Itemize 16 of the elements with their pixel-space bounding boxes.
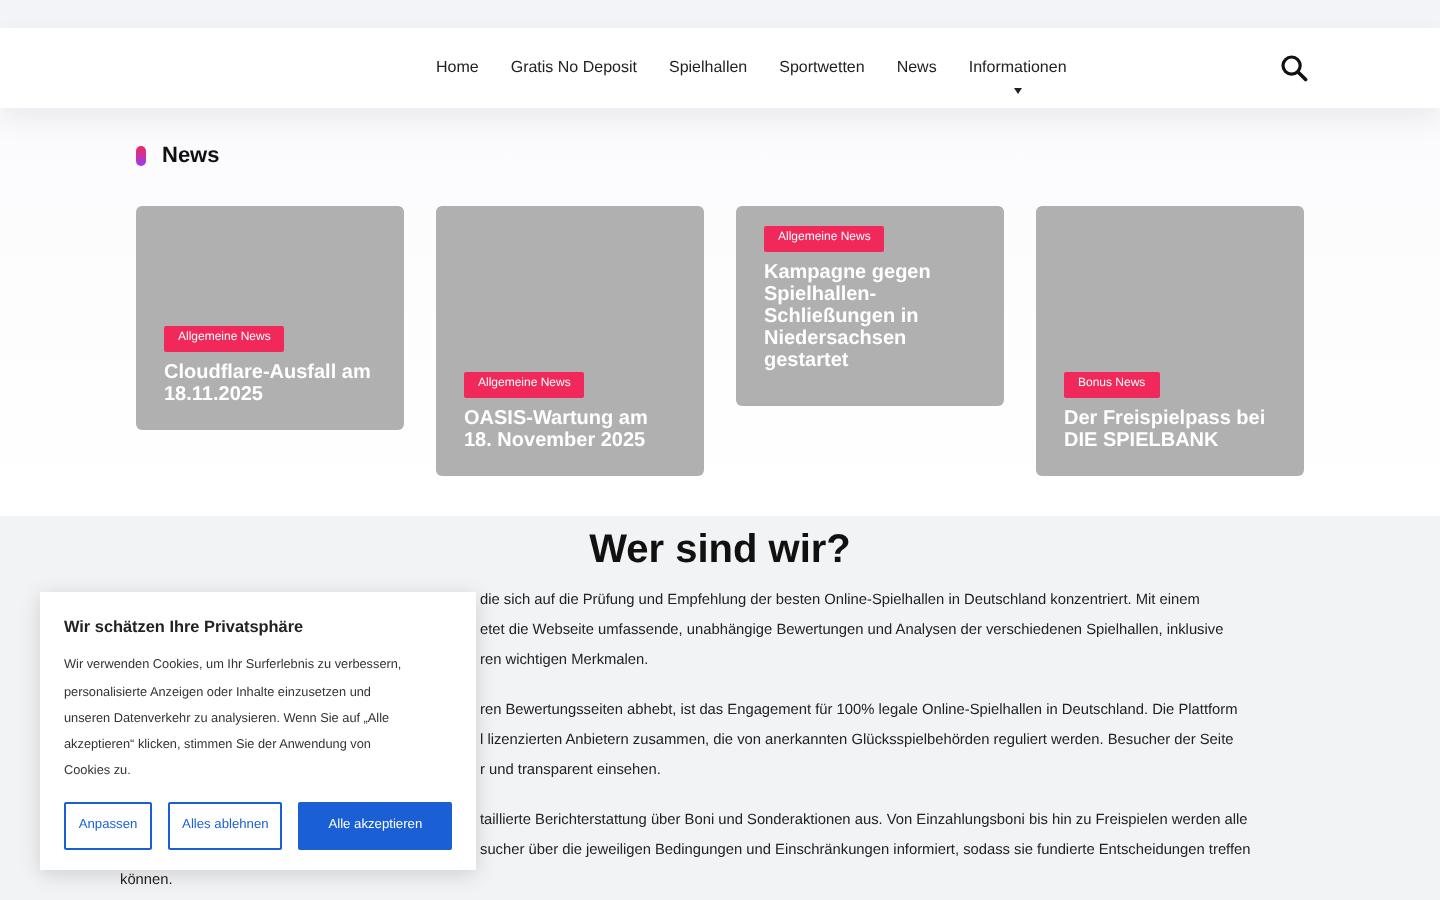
caret-icon [1013, 88, 1022, 94]
card-title: Kampagne gegen Spielhallen-Schließungen in Niedersachsen gestartet [764, 261, 933, 371]
banner-title: Wir schätzen Ihre Privatsphäre [64, 616, 306, 640]
heading-marker-icon [136, 146, 146, 167]
nav-link[interactable]: Spielhallen [652, 56, 764, 80]
nav-link[interactable]: Informationen [952, 56, 1083, 94]
search-icon[interactable] [1280, 54, 1308, 82]
section-heading: News [162, 142, 220, 172]
card-title: OASIS-Wartung am 18. November 2025 [464, 407, 650, 451]
section-heading: Wer sind wir? [587, 526, 853, 576]
nav-link[interactable]: Sportwetten [763, 56, 881, 80]
card-title: Der Freispielpass bei DIE SPIELBANK [1064, 407, 1268, 451]
card-title: Cloudflare-Ausfall am 18.11.2025 [164, 361, 373, 405]
nav-link[interactable]: Home [420, 56, 495, 80]
nav-link[interactable]: Gratis No Deposit [494, 56, 653, 80]
nav-link[interactable]: News [880, 56, 953, 80]
